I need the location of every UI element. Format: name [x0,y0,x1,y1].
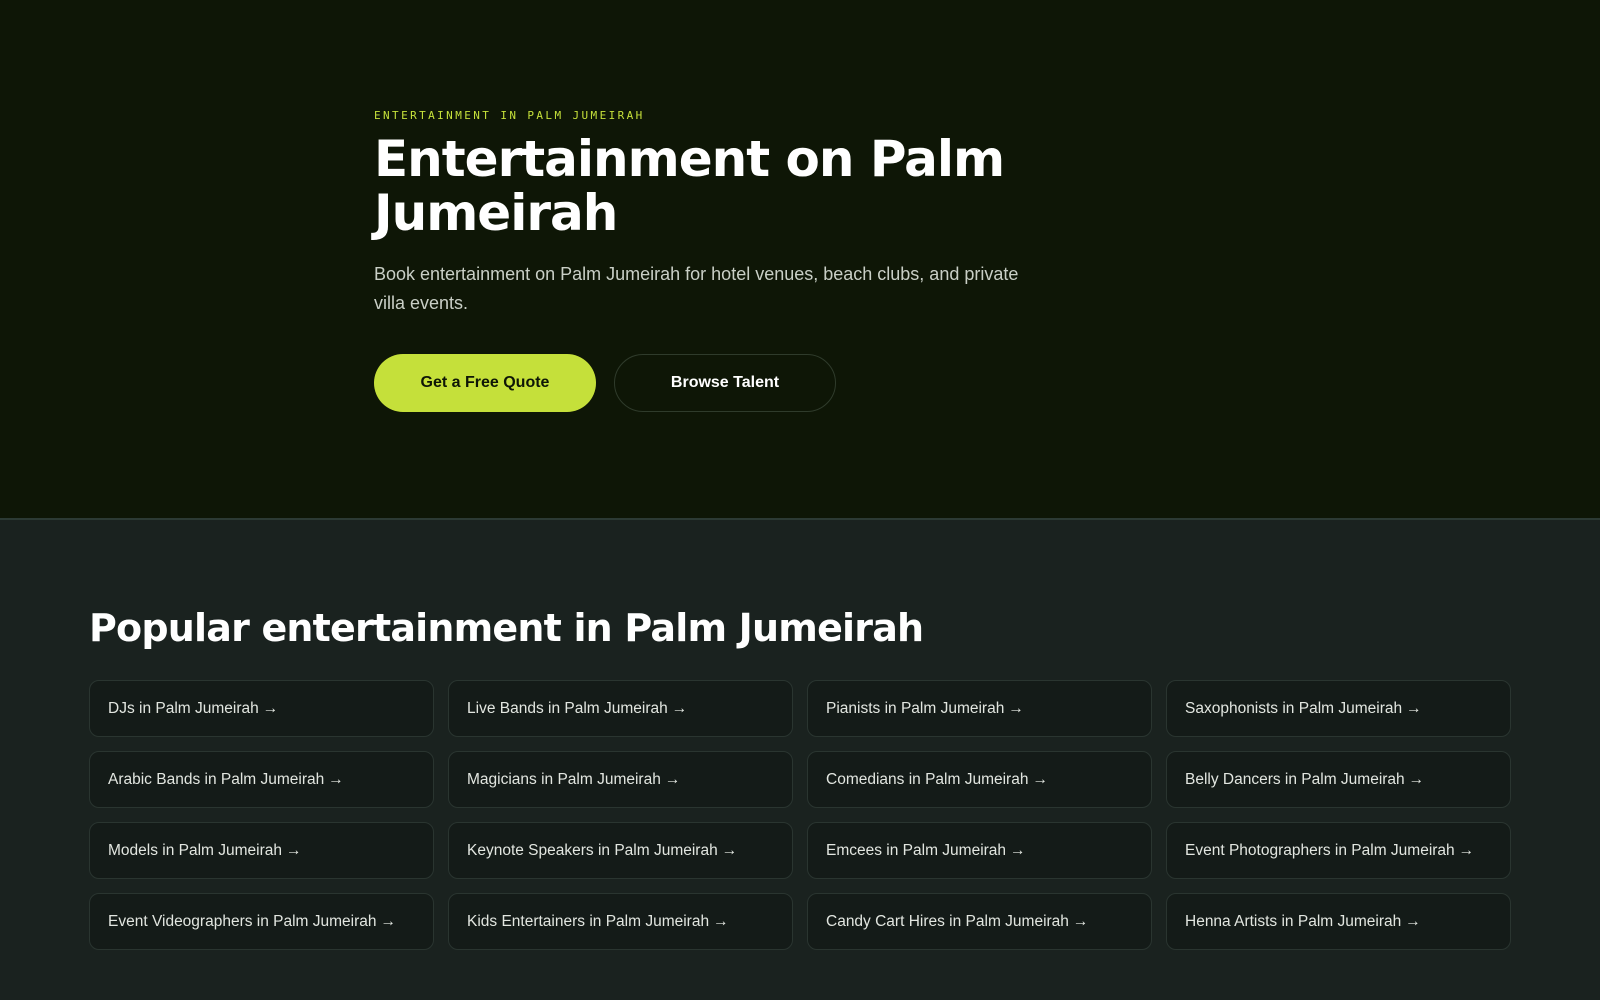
arrow-right-icon: → [286,842,302,859]
popular-entertainment-section: Popular entertainment in Palm Jumeirah D… [89,604,1511,950]
section-title: Popular entertainment in Palm Jumeirah [89,606,924,650]
arrow-right-icon: → [1010,842,1026,859]
link-card-label: Arabic Bands in Palm Jumeirah [108,771,325,788]
arrow-right-icon: → [1458,842,1475,859]
link-card-label: Kids Entertainers in Palm Jumeirah [467,913,710,930]
link-card-live-bands[interactable]: Live Bands in Palm Jumeirah → [448,680,793,737]
link-card-henna-artists[interactable]: Henna Artists in Palm Jumeirah → [1166,893,1511,950]
link-card-label: Belly Dancers in Palm Jumeirah [1185,771,1405,788]
link-card-label: Event Videographers in Palm Jumeirah [108,913,377,930]
arrow-right-icon: → [671,700,688,717]
link-card-label: Henna Artists in Palm Jumeirah [1185,913,1402,930]
hero-buttons: Get a Free Quote Browse Talent [374,354,1074,412]
arrow-right-icon: → [664,771,681,788]
link-card-saxophonists[interactable]: Saxophonists in Palm Jumeirah → [1166,680,1511,737]
link-card-models[interactable]: Models in Palm Jumeirah → [89,822,434,879]
link-card-event-videographers[interactable]: Event Videographers in Palm Jumeirah → [89,893,434,950]
entertainment-links-grid: DJs in Palm Jumeirah → Live Bands in Palm… [89,680,1511,950]
arrow-right-icon: → [1405,913,1421,930]
link-card-magicians[interactable]: Magicians in Palm Jumeirah → [448,751,793,808]
arrow-right-icon: → [1032,771,1048,788]
link-card-kids-entertainers[interactable]: Kids Entertainers in Palm Jumeirah → [448,893,793,950]
link-card-emcees[interactable]: Emcees in Palm Jumeirah → [807,822,1152,879]
link-card-pianists[interactable]: Pianists in Palm Jumeirah → [807,680,1152,737]
link-card-label: Candy Cart Hires in Palm Jumeirah [826,913,1069,930]
link-card-belly-dancers[interactable]: Belly Dancers in Palm Jumeirah → [1166,751,1511,808]
link-card-label: Live Bands in Palm Jumeirah [467,700,668,717]
link-card-label: Pianists in Palm Jumeirah [826,700,1005,717]
link-card-label: Keynote Speakers in Palm Jumeirah [467,842,718,859]
link-card-arabic-bands[interactable]: Arabic Bands in Palm Jumeirah → [89,751,434,808]
get-free-quote-button[interactable]: Get a Free Quote [374,354,596,412]
link-card-label: DJs in Palm Jumeirah [108,700,259,717]
arrow-right-icon: → [262,700,279,717]
hero-subtitle: Book entertainment on Palm Jumeirah for … [374,264,1019,313]
link-card-djs[interactable]: DJs in Palm Jumeirah → [89,680,434,737]
arrow-right-icon: → [721,842,738,859]
arrow-right-icon: → [713,913,729,930]
browse-talent-button[interactable]: Browse Talent [614,354,836,412]
page-title: Entertainment on Palm Jumeirah [374,130,1005,242]
link-card-label: Saxophonists in Palm Jumeirah [1185,700,1403,717]
link-card-label: Emcees in Palm Jumeirah [826,842,1007,859]
link-card-label: Event Photographers in Palm Jumeirah [1185,842,1455,859]
link-card-keynote-speakers[interactable]: Keynote Speakers in Palm Jumeirah → [448,822,793,879]
arrow-right-icon: → [1408,771,1425,788]
arrow-right-icon: → [328,771,344,788]
arrow-right-icon: → [380,913,397,930]
link-card-event-photographers[interactable]: Event Photographers in Palm Jumeirah → [1166,822,1511,879]
link-card-candy-cart-hires[interactable]: Candy Cart Hires in Palm Jumeirah → [807,893,1152,950]
arrow-right-icon: → [1008,700,1024,717]
arrow-right-icon: → [1406,700,1422,717]
hero-content: ENTERTAINMENT IN PALM JUMEIRAH Entertain… [374,108,1074,412]
link-card-label: Models in Palm Jumeirah [108,842,283,859]
arrow-right-icon: → [1072,913,1089,930]
link-card-label: Magicians in Palm Jumeirah [467,771,661,788]
hero-eyebrow: ENTERTAINMENT IN PALM JUMEIRAH [374,109,645,122]
hero-section: ENTERTAINMENT IN PALM JUMEIRAH Entertain… [0,0,1600,520]
link-card-label: Comedians in Palm Jumeirah [826,771,1029,788]
link-card-comedians[interactable]: Comedians in Palm Jumeirah → [807,751,1152,808]
